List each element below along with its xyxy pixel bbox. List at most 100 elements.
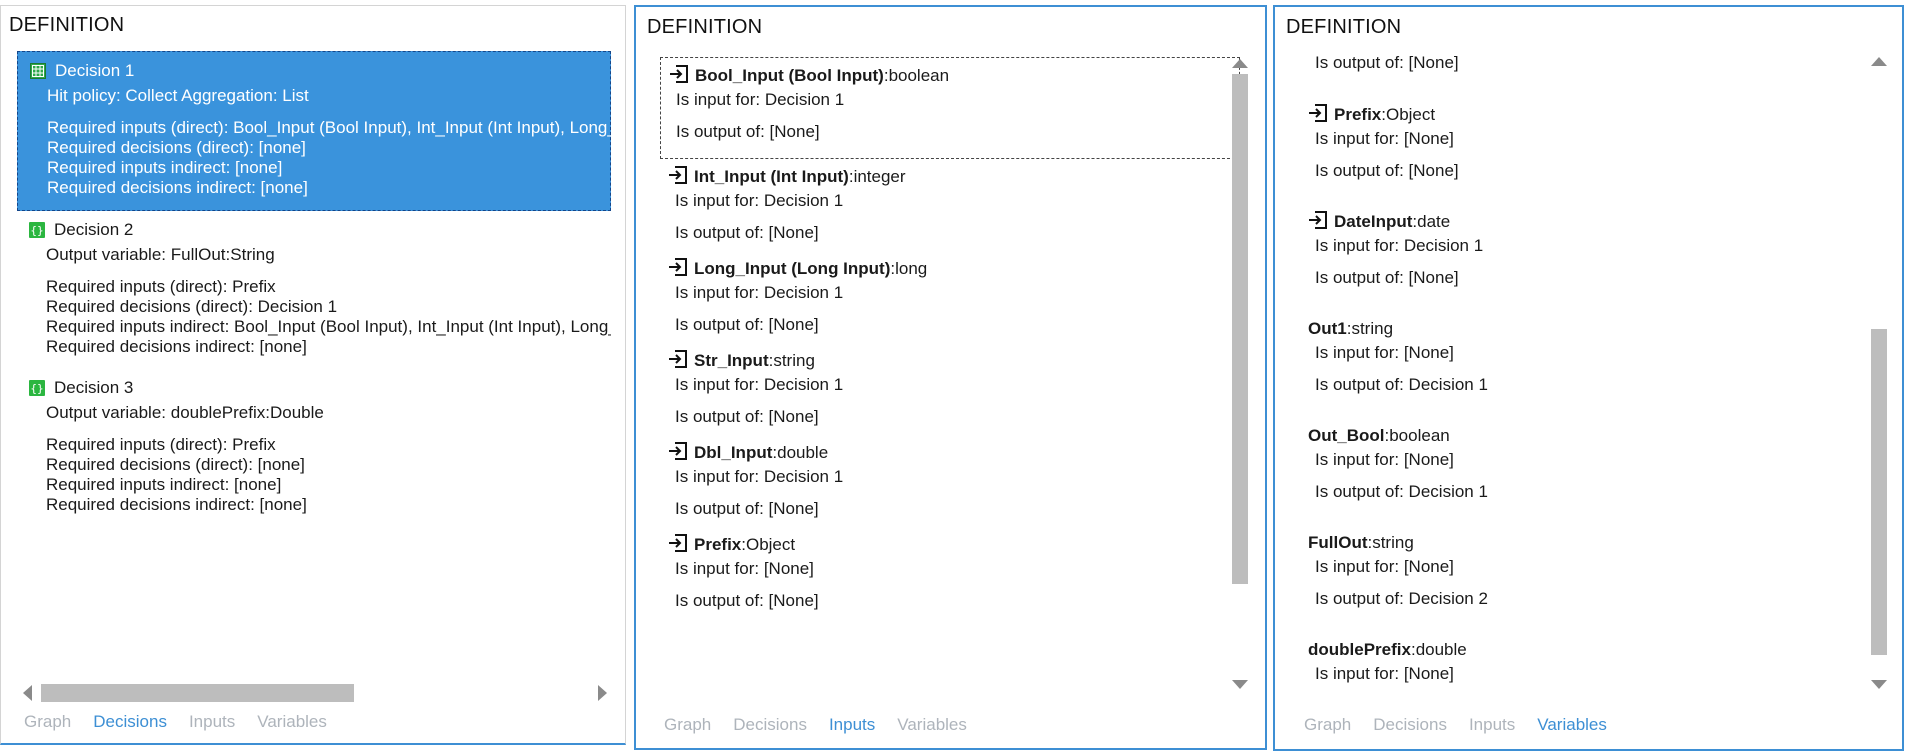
tab-variables[interactable]: Variables	[897, 715, 967, 735]
decision-item[interactable]: Decision 1 Hit policy: Collect Aggregati…	[17, 51, 611, 211]
list-item[interactable]: Is output of: [None]	[1300, 51, 1880, 97]
decision-item[interactable]: {} Decision 3 Output variable: doublePre…	[17, 369, 611, 527]
decision-output-variable: Output variable: doublePrefix:Double	[46, 403, 324, 422]
variable-name: Bool_Input (Bool Input)	[695, 66, 884, 85]
variables-panel: DEFINITION Is output of: [None] Prefix:O…	[1273, 5, 1904, 751]
variable-output-of: Is output of: Decision 1	[1315, 482, 1488, 501]
scroll-thumb[interactable]	[1871, 329, 1887, 655]
variable-list[interactable]: Is output of: [None] Prefix:Object Is inp…	[1300, 51, 1880, 697]
decision-table-icon	[30, 63, 46, 79]
list-item[interactable]: Int_Input (Int Input):integer Is input fo…	[660, 159, 1240, 251]
horizontal-scrollbar[interactable]	[23, 682, 607, 702]
variable-name: Out1	[1308, 319, 1347, 338]
variable-type: :string	[1367, 533, 1414, 552]
list-item[interactable]: Prefix:Object Is input for: [None] Is outp…	[1300, 97, 1880, 204]
input-data-icon	[668, 165, 688, 189]
decision-list[interactable]: Decision 1 Hit policy: Collect Aggregati…	[17, 51, 611, 651]
scroll-thumb[interactable]	[41, 684, 354, 702]
variable-type: :long	[890, 259, 928, 278]
variable-output-of: Is output of: [None]	[675, 591, 819, 610]
scroll-right-arrow-icon[interactable]	[598, 685, 607, 701]
tab-decisions[interactable]: Decisions	[733, 715, 807, 735]
tab-decisions[interactable]: Decisions	[93, 712, 167, 732]
decision-item[interactable]: {} Decision 2 Output variable: FullOut:S…	[17, 211, 611, 369]
variable-type: :boolean	[1384, 426, 1450, 445]
tab-graph[interactable]: Graph	[1304, 715, 1351, 735]
variable-input-for: Is input for: [None]	[1315, 664, 1454, 683]
variable-output-of: Is output of: [None]	[675, 223, 819, 242]
variable-input-for: Is input for: Decision 1	[675, 375, 844, 394]
scroll-down-arrow-icon[interactable]	[1871, 680, 1887, 689]
variable-input-for: Is input for: [None]	[1315, 343, 1454, 362]
variable-input-for: Is input for: Decision 1	[675, 191, 844, 210]
list-item[interactable]: Out1:string Is input for: [None] Is output…	[1300, 311, 1880, 418]
variable-type: :date	[1412, 212, 1451, 231]
variable-type: :boolean	[883, 66, 950, 85]
panel-title: DEFINITION	[1286, 16, 1402, 38]
tab-decisions[interactable]: Decisions	[1373, 715, 1447, 735]
input-data-icon	[668, 533, 688, 557]
variable-type: :string	[1346, 319, 1394, 338]
list-item[interactable]: Bool_Input (Bool Input):boolean Is input …	[660, 57, 1240, 159]
variable-name: Out_Bool	[1308, 426, 1385, 445]
input-data-icon	[1308, 210, 1328, 234]
tab-bar: Graph Decisions Inputs Variables	[664, 715, 989, 735]
scroll-thumb[interactable]	[1232, 74, 1248, 584]
tab-variables[interactable]: Variables	[257, 712, 327, 732]
list-item[interactable]: Prefix:Object Is input for: [None] Is outp…	[660, 527, 1240, 619]
variable-input-for: Is input for: [None]	[1315, 450, 1454, 469]
variable-name: Str_Input	[694, 351, 769, 370]
list-item[interactable]: Dbl_Input:double Is input for: Decision 1…	[660, 435, 1240, 527]
variable-name: FullOut	[1308, 533, 1368, 552]
variable-type: :double	[1410, 640, 1467, 659]
tab-inputs[interactable]: Inputs	[189, 712, 235, 732]
list-item[interactable]: doublePrefix:double Is input for: [None]	[1300, 632, 1880, 697]
tab-graph[interactable]: Graph	[24, 712, 71, 732]
input-data-icon	[668, 441, 688, 465]
variable-output-of: Is output of: Decision 2	[1315, 589, 1488, 608]
variable-output-of: Is output of: [None]	[676, 122, 820, 141]
variable-type: :integer	[848, 167, 906, 186]
variable-type: :Object	[1381, 105, 1436, 124]
decision-name: Decision 1	[55, 61, 135, 80]
scroll-up-arrow-icon[interactable]	[1232, 59, 1248, 68]
variable-output-of: Is output of: [None]	[675, 315, 819, 334]
input-data-icon	[669, 64, 689, 88]
input-list[interactable]: Bool_Input (Bool Input):boolean Is input …	[660, 57, 1240, 697]
variable-input-for: Is input for: Decision 1	[1315, 236, 1484, 255]
list-item[interactable]: Out_Bool:boolean Is input for: [None] Is o…	[1300, 418, 1880, 525]
input-data-icon	[1308, 103, 1328, 127]
variable-input-for: Is input for: [None]	[1315, 129, 1454, 148]
vertical-scrollbar[interactable]	[1229, 59, 1251, 689]
variable-type: :string	[768, 351, 815, 370]
literal-expression-icon: {}	[29, 222, 45, 238]
variable-name: Long_Input (Long Input)	[694, 259, 891, 278]
list-item[interactable]: Long_Input (Long Input):long Is input for…	[660, 251, 1240, 343]
variable-output-of: Is output of: [None]	[675, 407, 819, 426]
input-data-icon	[668, 349, 688, 373]
variable-type: :Object	[741, 535, 796, 554]
variable-name: doublePrefix	[1308, 640, 1411, 659]
tab-inputs[interactable]: Inputs	[1469, 715, 1515, 735]
inputs-panel: DEFINITION Bool_Input (Bool Input):boole…	[634, 5, 1267, 750]
list-item[interactable]: DateInput:date Is input for: Decision 1 Is…	[1300, 204, 1880, 311]
list-item[interactable]: Str_Input:string Is input for: Decision 1…	[660, 343, 1240, 435]
tab-graph[interactable]: Graph	[664, 715, 711, 735]
vertical-scrollbar[interactable]	[1868, 57, 1890, 689]
scroll-up-arrow-icon[interactable]	[1871, 57, 1887, 66]
scroll-left-arrow-icon[interactable]	[23, 685, 32, 701]
decision-output-variable: Output variable: FullOut:String	[46, 245, 275, 264]
tab-inputs[interactable]: Inputs	[829, 715, 875, 735]
list-item[interactable]: FullOut:string Is input for: [None] Is out…	[1300, 525, 1880, 632]
tab-variables[interactable]: Variables	[1537, 715, 1607, 735]
input-data-icon	[668, 257, 688, 281]
decision-required-decisions-indirect: Required decisions indirect: [none]	[47, 178, 308, 197]
variable-input-for: Is input for: Decision 1	[675, 467, 844, 486]
scroll-down-arrow-icon[interactable]	[1232, 680, 1248, 689]
panel-title: DEFINITION	[647, 16, 763, 38]
variable-input-for: Is input for: [None]	[1315, 557, 1454, 576]
variable-name: Int_Input (Int Input)	[694, 167, 849, 186]
decision-required-decisions-indirect: Required decisions indirect: [none]	[46, 495, 307, 514]
decision-name: Decision 2	[54, 220, 134, 239]
variable-input-for: Is input for: Decision 1	[676, 90, 845, 109]
